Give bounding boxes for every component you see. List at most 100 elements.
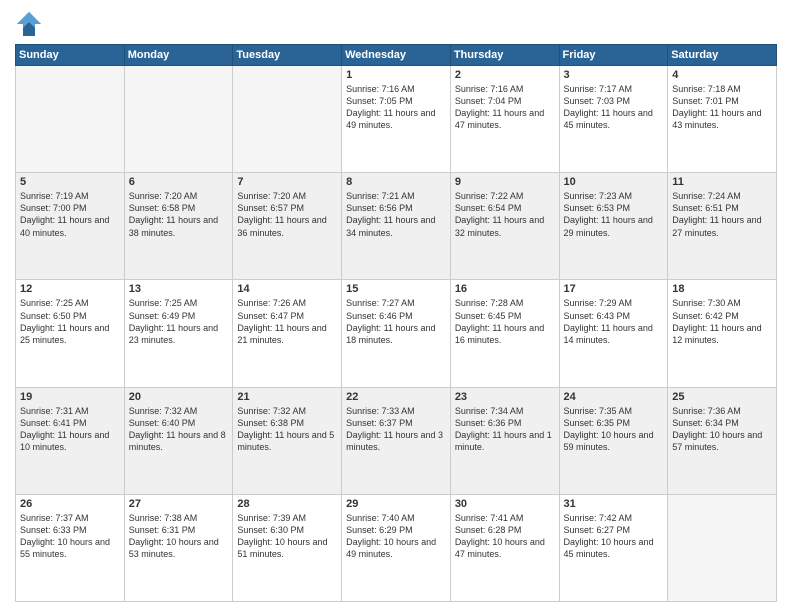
day-cell: 29 Sunrise: 7:40 AMSunset: 6:29 PMDayligh…: [342, 494, 451, 601]
header: [15, 10, 777, 38]
day-cell: 21 Sunrise: 7:32 AMSunset: 6:38 PMDayligh…: [233, 387, 342, 494]
day-cell: 23 Sunrise: 7:34 AMSunset: 6:36 PMDayligh…: [450, 387, 559, 494]
day-info: Sunrise: 7:20 AMSunset: 6:57 PMDaylight:…: [237, 190, 337, 239]
day-number: 12: [20, 283, 120, 295]
day-info: Sunrise: 7:32 AMSunset: 6:40 PMDaylight:…: [129, 405, 229, 454]
day-number: 26: [20, 498, 120, 510]
day-number: 24: [564, 391, 664, 403]
header-tuesday: Tuesday: [233, 45, 342, 66]
day-number: 20: [129, 391, 229, 403]
day-number: 21: [237, 391, 337, 403]
day-cell: 22 Sunrise: 7:33 AMSunset: 6:37 PMDayligh…: [342, 387, 451, 494]
day-cell: 3 Sunrise: 7:17 AMSunset: 7:03 PMDaylight…: [559, 66, 668, 173]
day-cell: [233, 66, 342, 173]
day-info: Sunrise: 7:42 AMSunset: 6:27 PMDaylight:…: [564, 512, 664, 561]
day-info: Sunrise: 7:37 AMSunset: 6:33 PMDaylight:…: [20, 512, 120, 561]
day-number: 17: [564, 283, 664, 295]
day-number: 10: [564, 176, 664, 188]
page: SundayMondayTuesdayWednesdayThursdayFrid…: [0, 0, 792, 612]
day-cell: 2 Sunrise: 7:16 AMSunset: 7:04 PMDaylight…: [450, 66, 559, 173]
day-cell: 5 Sunrise: 7:19 AMSunset: 7:00 PMDaylight…: [16, 173, 125, 280]
day-cell: 16Sunrise: 7:28 AMSunset: 6:45 PMDayligh…: [450, 280, 559, 387]
day-cell: 7 Sunrise: 7:20 AMSunset: 6:57 PMDaylight…: [233, 173, 342, 280]
day-cell: 6Sunrise: 7:20 AMSunset: 6:58 PMDaylight…: [124, 173, 233, 280]
day-info: Sunrise: 7:26 AMSunset: 6:47 PMDaylight:…: [237, 297, 337, 346]
day-info: Sunrise: 7:25 AMSunset: 6:50 PMDaylight:…: [20, 297, 120, 346]
day-cell: 15Sunrise: 7:27 AMSunset: 6:46 PMDayligh…: [342, 280, 451, 387]
week-row-3: 12 Sunrise: 7:25 AMSunset: 6:50 PMDayligh…: [16, 280, 777, 387]
day-number: 11: [672, 176, 772, 188]
day-number: 9: [455, 176, 555, 188]
day-number: 23: [455, 391, 555, 403]
day-number: 3: [564, 69, 664, 81]
day-number: 5: [20, 176, 120, 188]
day-info: Sunrise: 7:16 AMSunset: 7:04 PMDaylight:…: [455, 83, 555, 132]
day-info: Sunrise: 7:38 AMSunset: 6:31 PMDaylight:…: [129, 512, 229, 561]
day-cell: 4 Sunrise: 7:18 AMSunset: 7:01 PMDaylight…: [668, 66, 777, 173]
day-cell: 17 Sunrise: 7:29 AMSunset: 6:43 PMDayligh…: [559, 280, 668, 387]
logo: [15, 10, 47, 38]
day-number: 15: [346, 283, 446, 295]
day-number: 28: [237, 498, 337, 510]
day-info: Sunrise: 7:20 AMSunset: 6:58 PMDaylight:…: [129, 190, 229, 239]
logo-icon: [15, 10, 43, 38]
day-cell: 27 Sunrise: 7:38 AMSunset: 6:31 PMDayligh…: [124, 494, 233, 601]
day-cell: 26 Sunrise: 7:37 AMSunset: 6:33 PMDayligh…: [16, 494, 125, 601]
day-cell: 9 Sunrise: 7:22 AMSunset: 6:54 PMDaylight…: [450, 173, 559, 280]
days-header-row: SundayMondayTuesdayWednesdayThursdayFrid…: [16, 45, 777, 66]
day-cell: 14 Sunrise: 7:26 AMSunset: 6:47 PMDayligh…: [233, 280, 342, 387]
day-number: 2: [455, 69, 555, 81]
header-thursday: Thursday: [450, 45, 559, 66]
day-cell: 11 Sunrise: 7:24 AMSunset: 6:51 PMDayligh…: [668, 173, 777, 280]
week-row-2: 5 Sunrise: 7:19 AMSunset: 7:00 PMDaylight…: [16, 173, 777, 280]
day-cell: 8Sunrise: 7:21 AMSunset: 6:56 PMDaylight…: [342, 173, 451, 280]
day-info: Sunrise: 7:22 AMSunset: 6:54 PMDaylight:…: [455, 190, 555, 239]
day-number: 16: [455, 283, 555, 295]
week-row-1: 1 Sunrise: 7:16 AMSunset: 7:05 PMDaylight…: [16, 66, 777, 173]
day-number: 1: [346, 69, 446, 81]
day-info: Sunrise: 7:36 AMSunset: 6:34 PMDaylight:…: [672, 405, 772, 454]
day-cell: 13Sunrise: 7:25 AMSunset: 6:49 PMDayligh…: [124, 280, 233, 387]
day-cell: [124, 66, 233, 173]
header-sunday: Sunday: [16, 45, 125, 66]
day-cell: [668, 494, 777, 601]
day-info: Sunrise: 7:31 AMSunset: 6:41 PMDaylight:…: [20, 405, 120, 454]
day-info: Sunrise: 7:35 AMSunset: 6:35 PMDaylight:…: [564, 405, 664, 454]
header-saturday: Saturday: [668, 45, 777, 66]
day-cell: 24 Sunrise: 7:35 AMSunset: 6:35 PMDayligh…: [559, 387, 668, 494]
day-number: 14: [237, 283, 337, 295]
day-number: 29: [346, 498, 446, 510]
day-info: Sunrise: 7:33 AMSunset: 6:37 PMDaylight:…: [346, 405, 446, 454]
day-info: Sunrise: 7:16 AMSunset: 7:05 PMDaylight:…: [346, 83, 446, 132]
day-number: 7: [237, 176, 337, 188]
day-cell: 31 Sunrise: 7:42 AMSunset: 6:27 PMDayligh…: [559, 494, 668, 601]
day-number: 19: [20, 391, 120, 403]
day-cell: 20 Sunrise: 7:32 AMSunset: 6:40 PMDayligh…: [124, 387, 233, 494]
day-number: 4: [672, 69, 772, 81]
day-number: 30: [455, 498, 555, 510]
day-info: Sunrise: 7:17 AMSunset: 7:03 PMDaylight:…: [564, 83, 664, 132]
day-info: Sunrise: 7:18 AMSunset: 7:01 PMDaylight:…: [672, 83, 772, 132]
day-info: Sunrise: 7:23 AMSunset: 6:53 PMDaylight:…: [564, 190, 664, 239]
day-cell: 18Sunrise: 7:30 AMSunset: 6:42 PMDayligh…: [668, 280, 777, 387]
day-cell: 1 Sunrise: 7:16 AMSunset: 7:05 PMDaylight…: [342, 66, 451, 173]
day-info: Sunrise: 7:19 AMSunset: 7:00 PMDaylight:…: [20, 190, 120, 239]
day-cell: 10 Sunrise: 7:23 AMSunset: 6:53 PMDayligh…: [559, 173, 668, 280]
day-info: Sunrise: 7:29 AMSunset: 6:43 PMDaylight:…: [564, 297, 664, 346]
day-cell: [16, 66, 125, 173]
week-row-5: 26 Sunrise: 7:37 AMSunset: 6:33 PMDayligh…: [16, 494, 777, 601]
day-cell: 19 Sunrise: 7:31 AMSunset: 6:41 PMDayligh…: [16, 387, 125, 494]
day-number: 25: [672, 391, 772, 403]
day-number: 22: [346, 391, 446, 403]
header-monday: Monday: [124, 45, 233, 66]
day-info: Sunrise: 7:34 AMSunset: 6:36 PMDaylight:…: [455, 405, 555, 454]
day-cell: 12 Sunrise: 7:25 AMSunset: 6:50 PMDayligh…: [16, 280, 125, 387]
day-info: Sunrise: 7:32 AMSunset: 6:38 PMDaylight:…: [237, 405, 337, 454]
day-number: 27: [129, 498, 229, 510]
header-friday: Friday: [559, 45, 668, 66]
day-number: 8: [346, 176, 446, 188]
day-info: Sunrise: 7:25 AMSunset: 6:49 PMDaylight:…: [129, 297, 229, 346]
day-number: 31: [564, 498, 664, 510]
day-info: Sunrise: 7:40 AMSunset: 6:29 PMDaylight:…: [346, 512, 446, 561]
day-info: Sunrise: 7:24 AMSunset: 6:51 PMDaylight:…: [672, 190, 772, 239]
